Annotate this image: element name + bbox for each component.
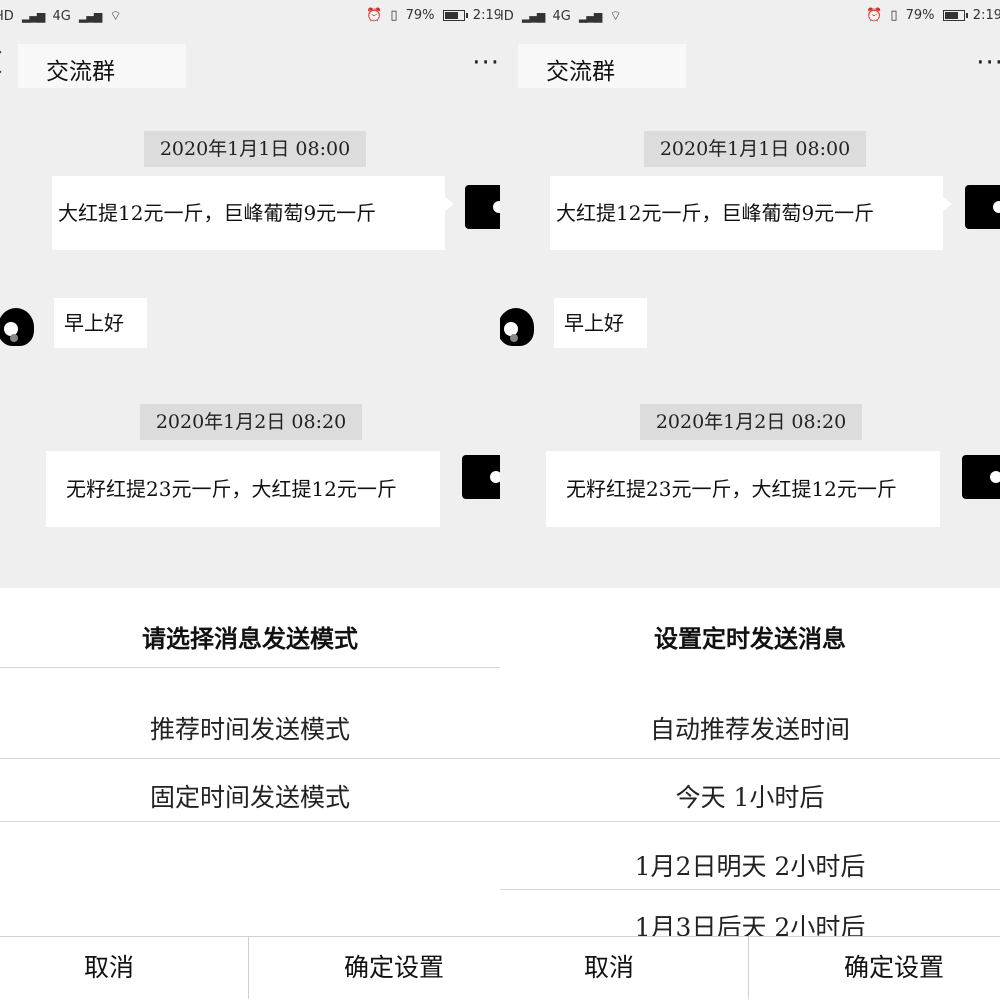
divider (500, 889, 1000, 890)
message-bubble[interactable]: 无籽红提23元一斤，大红提12元一斤 (546, 451, 940, 527)
message-timestamp: 2020年1月1日 08:00 (644, 131, 866, 167)
option-day-after-tomorrow[interactable]: 1月3日后天 2小时后 (500, 908, 1000, 936)
left-screen: HD ▂▄▆ 4G ▂▄▆ ⌔ ⏰ ▯ 79% 2:19 交流群 ··· 202… (0, 0, 500, 1000)
battery-percent: 79% (905, 8, 935, 23)
option-recommended-mode[interactable]: 推荐时间发送模式 (0, 710, 500, 746)
divider (500, 821, 1000, 822)
network-label: 4G (552, 8, 571, 24)
network-label: 4G (52, 8, 71, 24)
divider (0, 758, 500, 759)
network-label: HD (500, 8, 514, 24)
option-today[interactable]: 今天 1小时后 (500, 778, 1000, 814)
cancel-button[interactable]: 取消 (500, 937, 718, 999)
message-timestamp: 2020年1月2日 08:20 (640, 404, 862, 440)
avatar[interactable] (500, 302, 536, 350)
signal-icon: ▂▄▆ (21, 9, 45, 23)
chat-title: 交流群 (546, 59, 615, 85)
alarm-icon: ⏰ (865, 8, 883, 23)
avatar[interactable] (965, 185, 1000, 229)
more-icon[interactable]: ··· (472, 48, 500, 78)
sheet-footer: 取消 确定设置 (0, 936, 500, 1000)
alarm-icon: ⏰ (365, 8, 383, 23)
signal-icon: ▂▄▆ (578, 9, 602, 23)
cancel-button[interactable]: 取消 (0, 937, 218, 999)
confirm-button[interactable]: 确定设置 (249, 937, 500, 999)
message-bubble[interactable]: 早上好 (554, 298, 647, 348)
right-screen: HD ▂▄▆ 4G ▂▄▆ ⌔ ⏰ ▯ 79% 2:19 交流群 ··· 202… (500, 0, 1000, 1000)
wifi-icon: ⌔ (609, 9, 622, 24)
sheet-footer: 取消 确定设置 (500, 936, 1000, 1000)
message-bubble[interactable]: 早上好 (54, 298, 147, 348)
network-label: HD (0, 8, 14, 24)
divider (500, 758, 1000, 759)
chat-title-bar: 交流群 ··· (0, 34, 500, 94)
signal-icon: ▂▄▆ (521, 9, 545, 23)
chat-title-bar: 交流群 ··· (500, 34, 1000, 94)
avatar[interactable] (962, 455, 1000, 499)
battery-icon (942, 10, 968, 21)
message-bubble[interactable]: 无籽红提23元一斤，大红提12元一斤 (46, 451, 440, 527)
message-timestamp: 2020年1月1日 08:00 (144, 131, 366, 167)
message-bubble[interactable]: 大红提12元一斤，巨峰葡萄9元一斤 (52, 176, 445, 250)
avatar[interactable] (0, 302, 36, 350)
confirm-button[interactable]: 确定设置 (749, 937, 1000, 999)
vibrate-icon: ▯ (890, 8, 898, 23)
battery-icon (442, 10, 468, 21)
sheet-title: 设置定时发送消息 (654, 625, 846, 653)
option-auto-time[interactable]: 自动推荐发送时间 (500, 710, 1000, 746)
option-fixed-mode[interactable]: 固定时间发送模式 (0, 778, 500, 814)
battery-percent: 79% (405, 8, 435, 23)
chat-title: 交流群 (46, 59, 115, 85)
avatar[interactable] (465, 185, 500, 229)
clock: 2:19 (972, 8, 1000, 23)
signal-icon: ▂▄▆ (78, 9, 102, 23)
sheet-title: 请选择消息发送模式 (142, 625, 358, 653)
back-arrow-icon[interactable] (0, 50, 12, 74)
divider (0, 667, 500, 668)
send-mode-sheet: 请选择消息发送模式 推荐时间发送模式 固定时间发送模式 取消 确定设置 (0, 588, 500, 1000)
status-bar: HD ▂▄▆ 4G ▂▄▆ ⌔ ⏰ ▯ 79% 2:19 (0, 0, 500, 34)
option-tomorrow[interactable]: 1月2日明天 2小时后 (500, 847, 1000, 883)
schedule-sheet: 设置定时发送消息 自动推荐发送时间 今天 1小时后 1月2日明天 2小时后 1月… (500, 588, 1000, 1000)
avatar[interactable] (462, 455, 500, 499)
bubble-tail (444, 196, 454, 212)
more-icon[interactable]: ··· (976, 48, 1000, 78)
message-timestamp: 2020年1月2日 08:20 (140, 404, 362, 440)
vibrate-icon: ▯ (390, 8, 398, 23)
bubble-tail (942, 196, 952, 212)
status-bar: HD ▂▄▆ 4G ▂▄▆ ⌔ ⏰ ▯ 79% 2:19 (500, 0, 1000, 34)
divider (0, 821, 500, 822)
clock: 2:19 (472, 8, 500, 23)
wifi-icon: ⌔ (109, 9, 122, 24)
option-clip: 1月3日后天 2小时后 (500, 908, 1000, 936)
message-bubble[interactable]: 大红提12元一斤，巨峰葡萄9元一斤 (550, 176, 943, 250)
